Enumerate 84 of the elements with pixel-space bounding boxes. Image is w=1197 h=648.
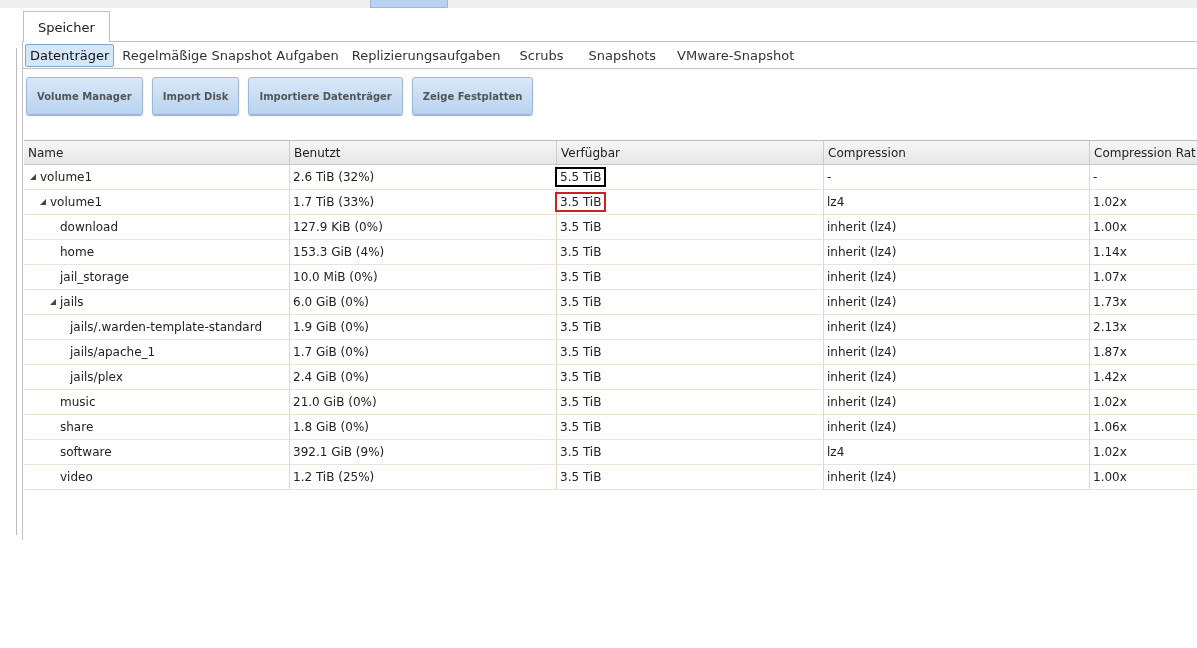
table-cell: 3.5 TiB [557,315,824,340]
table-cell: 3.5 TiB [557,415,824,440]
table-cell: 1.06x [1090,415,1197,440]
column-header[interactable]: Compression Rat [1090,141,1197,165]
collapse-triangle-icon[interactable] [28,172,38,182]
table-cell: 153.3 GiB (4%) [290,240,557,265]
table-cell: - [824,165,1090,190]
column-header[interactable]: Verfügbar [557,141,824,165]
table-cell: 21.0 GiB (0%) [290,390,557,415]
dataset-name: jails [60,295,84,309]
collapse-triangle-icon[interactable] [38,197,48,207]
dataset-name: jails/plex [70,370,123,384]
table-cell: 3.5 TiB [557,240,824,265]
table-cell: 1.00x [1090,465,1197,490]
storage-tab[interactable]: Speicher [23,11,110,42]
table-cell: 1.2 TiB (25%) [290,465,557,490]
dataset-name: video [60,470,93,484]
dataset-name: home [60,245,95,259]
table-cell: 2.6 TiB (32%) [290,165,557,190]
table-cell: inherit (lz4) [824,215,1090,240]
collapse-triangle-icon[interactable] [48,297,58,307]
table-cell: 1.87x [1090,340,1197,365]
dataset-name: share [60,420,94,434]
sub-tab[interactable]: Replizierungsaufgaben [346,43,506,67]
table-cell: 1.14x [1090,240,1197,265]
table-cell: 6.0 GiB (0%) [290,290,557,315]
table-cell: inherit (lz4) [824,340,1090,365]
table-cell: 392.1 GiB (9%) [290,440,557,465]
table-cell: inherit (lz4) [824,265,1090,290]
sub-tab[interactable]: Regelmäßige Snapshot Aufgaben [117,43,344,67]
sub-tab[interactable]: VMware-Snapshot [672,43,800,67]
dataset-name: music [60,395,96,409]
table-cell: 1.9 GiB (0%) [290,315,557,340]
dataset-name: download [60,220,119,234]
sub-tab[interactable]: Datenträger [25,43,115,67]
toolbar-button[interactable]: Import Disk [151,77,240,115]
table-cell: 1.02x [1090,190,1197,215]
table-cell: 3.5 TiB [557,265,824,290]
table-cell: 1.07x [1090,265,1197,290]
table-cell: 1.73x [1090,290,1197,315]
dataset-name: software [60,445,112,459]
available-value: 3.5 TiB [555,192,607,212]
table-cell: - [1090,165,1197,190]
table-cell: inherit (lz4) [824,240,1090,265]
table-cell: 3.5 TiB [557,365,824,390]
sub-tab[interactable]: Scrubs [514,43,569,67]
table-cell: 3.5 TiB [557,390,824,415]
column-header[interactable]: Compression [824,141,1090,165]
table-cell: 1.42x [1090,365,1197,390]
dataset-name: jail_storage [60,270,129,284]
toolbar-button[interactable]: Zeige Festplatten [411,77,534,115]
table-cell: 1.02x [1090,440,1197,465]
sub-tab[interactable]: Snapshots [583,43,662,67]
column-header[interactable]: Benutzt [290,141,557,165]
table-cell: 127.9 KiB (0%) [290,215,557,240]
dataset-name: jails/.warden-template-standard [70,320,263,334]
dataset-name: jails/apache_1 [70,345,156,359]
table-cell: 3.5 TiB [557,465,824,490]
column-header[interactable]: Name [24,141,290,165]
table-cell: inherit (lz4) [824,365,1090,390]
table-cell: 3.5 TiB [557,290,824,315]
table-cell: inherit (lz4) [824,315,1090,340]
dataset-name: volume1 [50,195,103,209]
table-cell: inherit (lz4) [824,415,1090,440]
table-cell: lz4 [824,440,1090,465]
table-cell: 2.13x [1090,315,1197,340]
table-cell: 10.0 MiB (0%) [290,265,557,290]
table-cell: 3.5 TiB [557,440,824,465]
table-cell: 3.5 TiB [557,340,824,365]
toolbar-button[interactable]: Importiere Datenträger [248,77,403,115]
toolbar-button[interactable]: Volume Manager [26,77,143,115]
table-cell: inherit (lz4) [824,465,1090,490]
table-cell: 1.02x [1090,390,1197,415]
table-cell: 1.8 GiB (0%) [290,415,557,440]
table-cell: 2.4 GiB (0%) [290,365,557,390]
table-cell: lz4 [824,190,1090,215]
table-cell: 1.00x [1090,215,1197,240]
table-cell: inherit (lz4) [824,290,1090,315]
table-cell: 1.7 TiB (33%) [290,190,557,215]
table-cell: 1.7 GiB (0%) [290,340,557,365]
table-cell: inherit (lz4) [824,390,1090,415]
table-cell: 3.5 TiB [557,215,824,240]
available-value: 5.5 TiB [555,167,607,187]
dataset-name: volume1 [40,170,93,184]
